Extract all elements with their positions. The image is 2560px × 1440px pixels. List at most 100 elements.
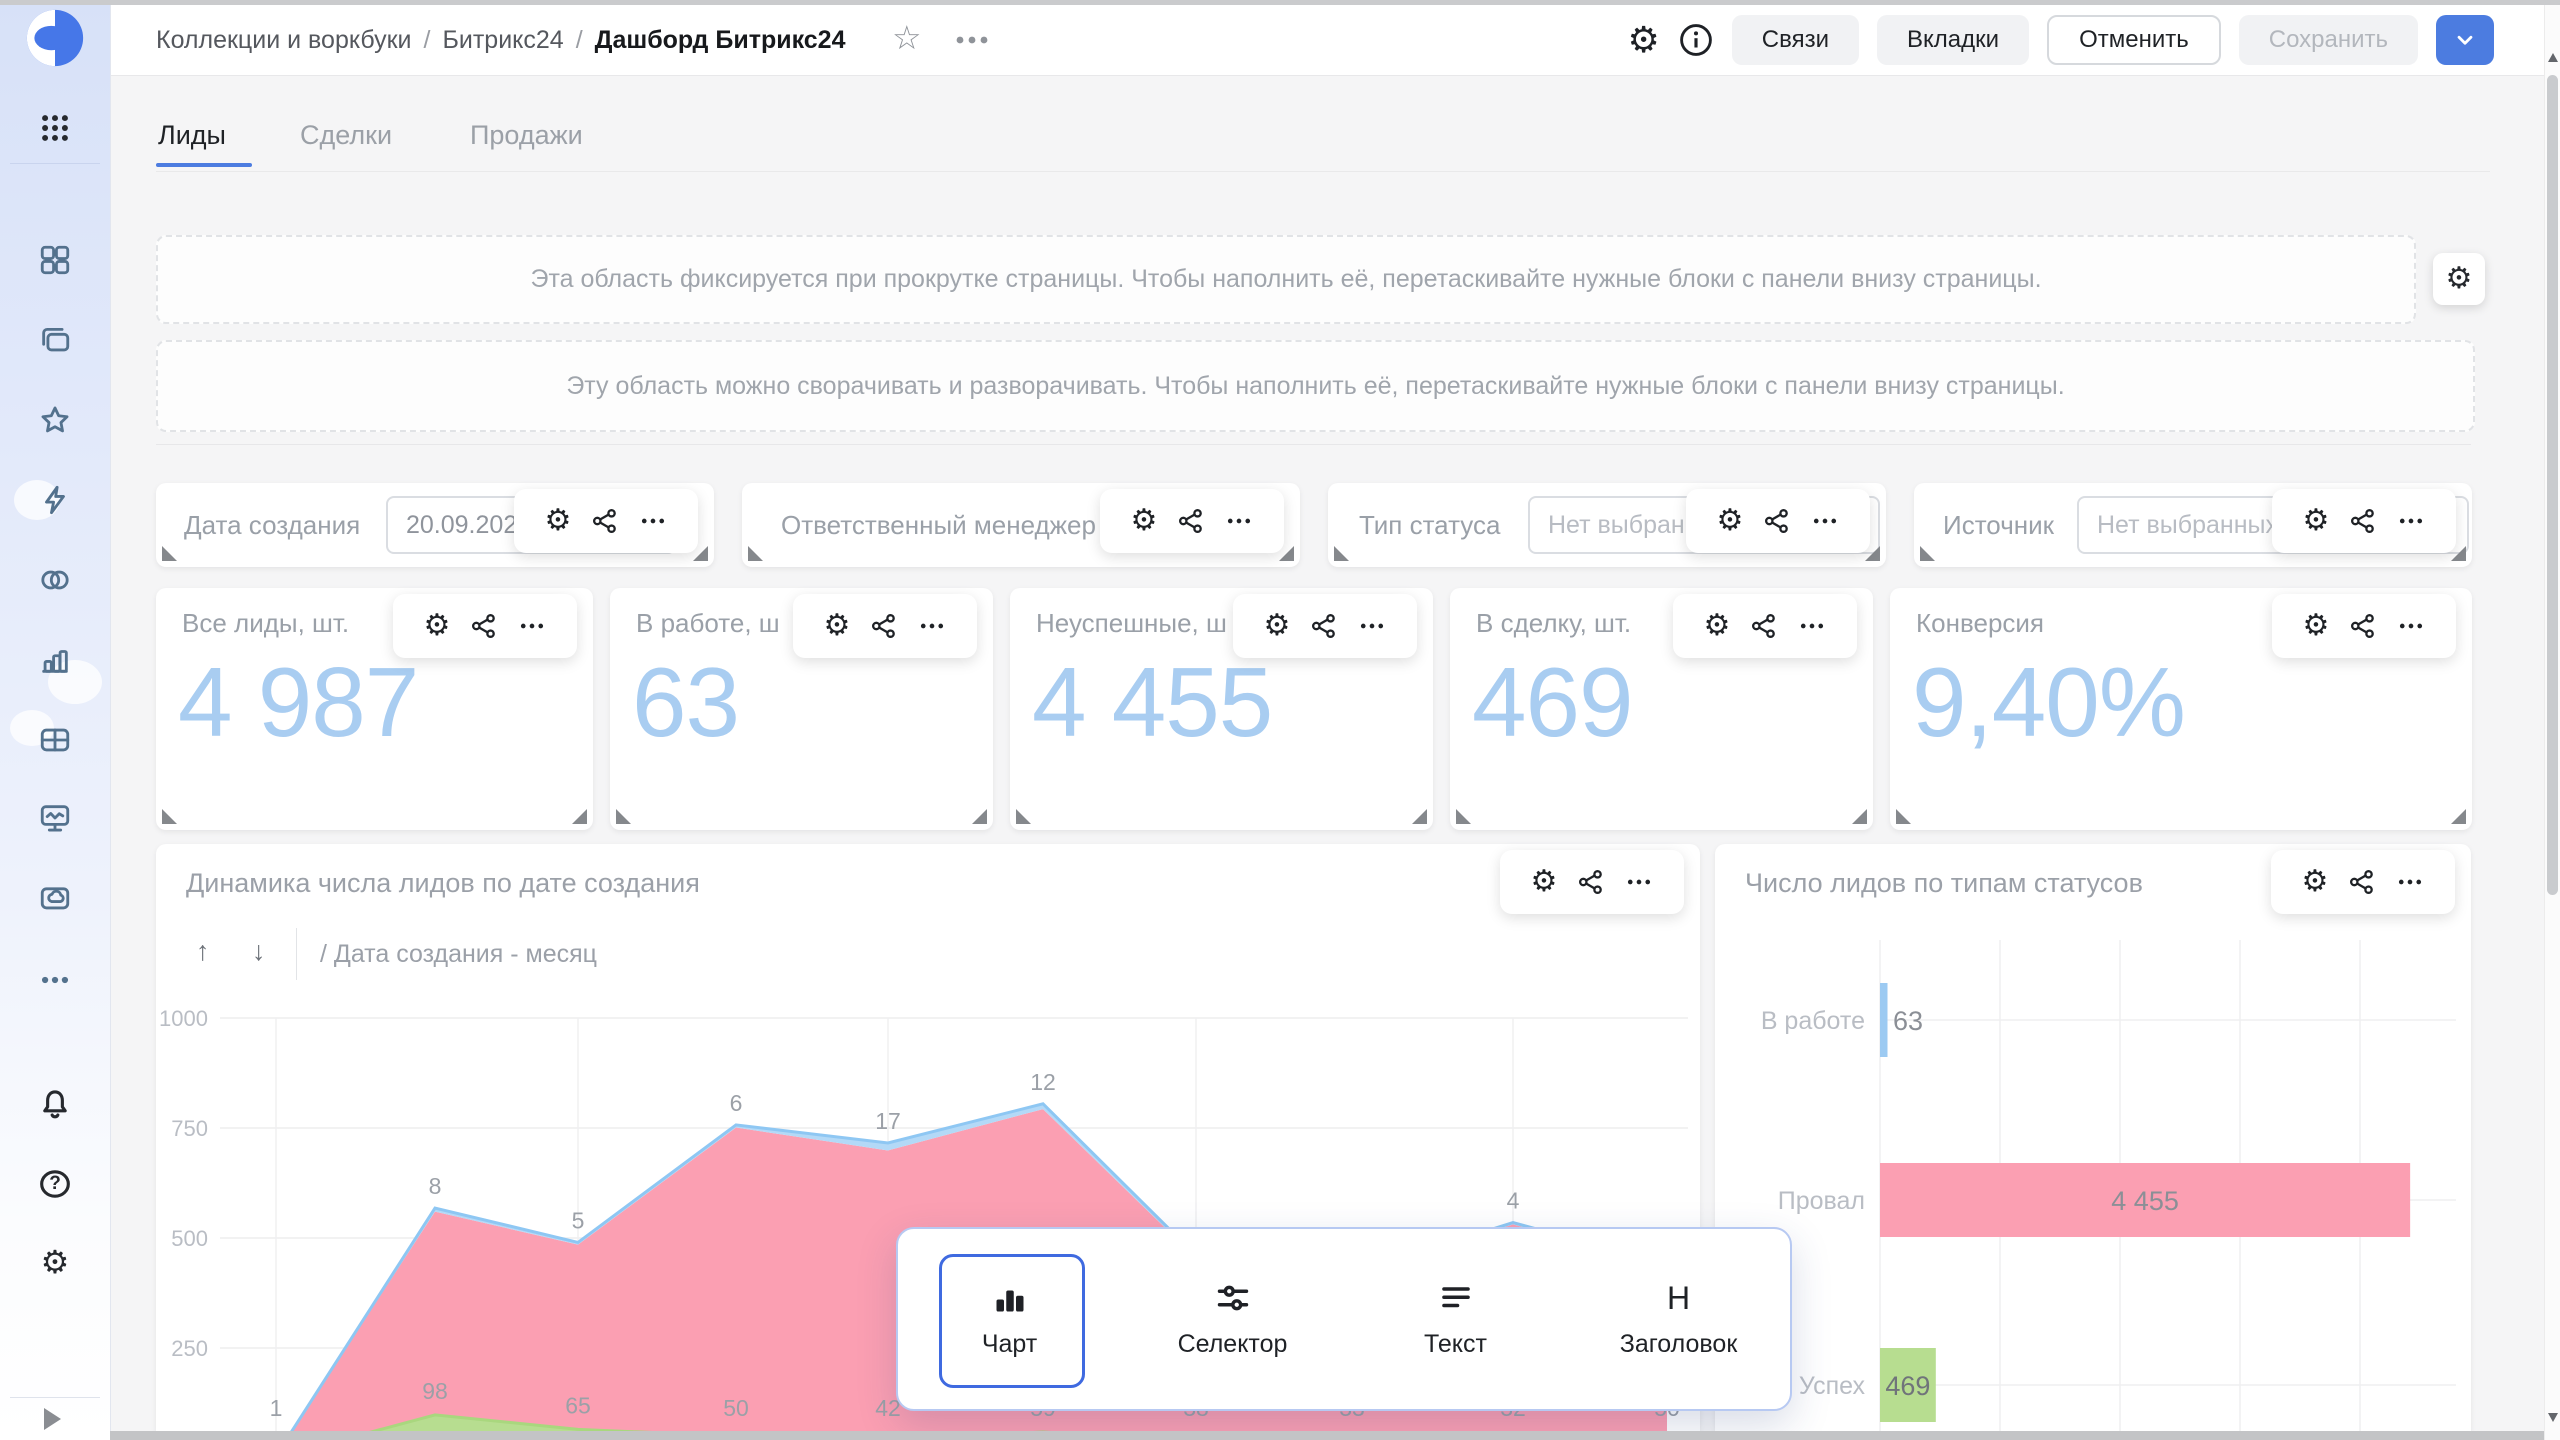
links-icon[interactable]: [870, 612, 898, 640]
datalens-logo[interactable]: [22, 8, 88, 68]
links-icon[interactable]: [1177, 507, 1205, 535]
more-icon[interactable]: [918, 612, 946, 640]
links-icon[interactable]: [2348, 868, 2376, 896]
resize-handle-bottom-left[interactable]: [1334, 546, 1349, 561]
links-icon[interactable]: [1763, 507, 1791, 535]
resize-handle-bottom-right[interactable]: [572, 809, 587, 824]
links-icon[interactable]: [1750, 612, 1778, 640]
gear-icon[interactable]: ⚙: [1717, 506, 1744, 536]
cancel-button[interactable]: Отменить: [2047, 15, 2221, 65]
resize-handle-bottom-right[interactable]: [972, 809, 987, 824]
add-selector-button[interactable]: Селектор: [1121, 1229, 1344, 1409]
more-icon[interactable]: [2397, 507, 2425, 535]
tab-leads[interactable]: Лиды: [158, 120, 226, 151]
resize-handle-bottom-right[interactable]: [1852, 809, 1867, 824]
resize-handle-bottom-left[interactable]: [1896, 809, 1911, 824]
svg-text:4: 4: [1507, 1188, 1520, 1214]
info-icon[interactable]: [1678, 22, 1714, 58]
widget-hover-toolbar: ⚙: [1100, 489, 1284, 553]
widget-hover-toolbar: ⚙: [1233, 594, 1417, 658]
links-icon[interactable]: [2349, 507, 2377, 535]
more-icon[interactable]: [1225, 507, 1253, 535]
links-icon[interactable]: [1310, 612, 1338, 640]
links-icon[interactable]: [470, 612, 498, 640]
gear-icon[interactable]: ⚙: [1531, 867, 1558, 897]
collapsible-drop-area-text: Эту область можно сворачивать и разворач…: [566, 372, 2064, 401]
gear-icon[interactable]: ⚙: [2303, 506, 2330, 536]
more-icon[interactable]: [639, 507, 667, 535]
vertical-scrollbar[interactable]: [2544, 5, 2560, 1440]
resize-handle-bottom-left[interactable]: [162, 809, 177, 824]
scroll-down-icon[interactable]: [2548, 1413, 2558, 1422]
resize-handle-bottom-left[interactable]: [1016, 809, 1031, 824]
links-icon[interactable]: [1577, 868, 1605, 896]
gear-icon[interactable]: ⚙: [2302, 867, 2329, 897]
kpi-card-conversion: Конверсия 9,40% ⚙: [1890, 588, 2472, 830]
more-icon[interactable]: [2396, 868, 2424, 896]
resize-handle-bottom-left[interactable]: [1456, 809, 1471, 824]
dashboard-settings-gear-icon[interactable]: ⚙: [1628, 22, 1660, 58]
gear-icon[interactable]: ⚙: [424, 611, 451, 641]
more-icon[interactable]: [1798, 612, 1826, 640]
add-heading-button[interactable]: H Заголовок: [1567, 1229, 1790, 1409]
resize-handle-bottom-right[interactable]: [2451, 809, 2466, 824]
resize-handle-bottom-right[interactable]: [1412, 809, 1427, 824]
breadcrumb-workbook[interactable]: Битрикс24: [442, 26, 563, 55]
tab-sales[interactable]: Продажи: [470, 120, 583, 151]
sidebar-item-all-objects[interactable]: [35, 240, 75, 280]
sidebar-item-files-icon[interactable]: [35, 878, 75, 918]
sidebar-item-charts-icon[interactable]: [35, 640, 75, 680]
gear-icon[interactable]: ⚙: [2303, 611, 2330, 641]
kpi-card-unsuccessful: Неуспешные, ш 4 455 ⚙: [1010, 588, 1433, 830]
svg-text:98: 98: [422, 1378, 448, 1404]
sidebar-item-tables-icon[interactable]: [35, 720, 75, 760]
more-icon[interactable]: [1358, 612, 1386, 640]
sidebar-item-connections-icon[interactable]: [35, 480, 75, 520]
scroll-up-icon[interactable]: [2548, 53, 2558, 62]
gear-icon[interactable]: ⚙: [1264, 611, 1291, 641]
links-icon[interactable]: [591, 507, 619, 535]
filter-widget-status-type: Тип статуса Нет выбранных ⚙: [1328, 483, 1886, 567]
resize-handle-bottom-left[interactable]: [1920, 546, 1935, 561]
scrollbar-thumb[interactable]: [2547, 75, 2558, 895]
more-icon[interactable]: [1625, 868, 1653, 896]
gear-icon[interactable]: ⚙: [1704, 611, 1731, 641]
resize-handle-bottom-left[interactable]: [162, 546, 177, 561]
apps-grid-icon[interactable]: [35, 108, 75, 148]
fixed-drop-area[interactable]: Эта область фиксируется при прокрутке ст…: [156, 235, 2416, 324]
gear-icon[interactable]: ⚙: [1131, 506, 1158, 536]
breadcrumb-collections[interactable]: Коллекции и воркбуки: [156, 26, 412, 55]
settings-gear-icon[interactable]: ⚙: [35, 1242, 75, 1282]
sidebar-item-more-icon[interactable]: [35, 960, 75, 1000]
sidebar-item-datasets-icon[interactable]: [35, 560, 75, 600]
links-button[interactable]: Связи: [1732, 15, 1859, 65]
sidebar-item-favorites-icon[interactable]: [35, 400, 75, 440]
tabs-button[interactable]: Вкладки: [1877, 15, 2029, 65]
filter-widget-creation-date: Дата создания 20.09.2020 - ⚙: [156, 483, 714, 567]
svg-text:1000: 1000: [159, 1006, 208, 1031]
gear-icon[interactable]: ⚙: [824, 611, 851, 641]
save-dropdown-button[interactable]: [2436, 15, 2494, 65]
sidebar-item-collections-icon[interactable]: [35, 320, 75, 360]
save-button[interactable]: Сохранить: [2239, 15, 2418, 65]
title-more-icon[interactable]: [955, 31, 989, 54]
more-icon[interactable]: [518, 612, 546, 640]
more-icon[interactable]: [2397, 612, 2425, 640]
svg-text:250: 250: [171, 1336, 208, 1361]
notifications-bell-icon[interactable]: [35, 1084, 75, 1124]
resize-handle-bottom-left[interactable]: [616, 809, 631, 824]
help-icon[interactable]: ?: [35, 1164, 75, 1204]
collapsible-drop-area[interactable]: Эту область можно сворачивать и разворач…: [156, 340, 2475, 432]
add-widget-toolbar: Чарт Селектор Текст H Заголовок: [896, 1227, 1792, 1411]
sidebar-item-dashboards-icon[interactable]: [35, 798, 75, 838]
gear-icon[interactable]: ⚙: [545, 506, 572, 536]
tab-deals[interactable]: Сделки: [300, 120, 392, 151]
fixed-area-settings-button[interactable]: ⚙: [2433, 253, 2485, 305]
sidebar-expand-icon[interactable]: [44, 1408, 61, 1430]
links-icon[interactable]: [2349, 612, 2377, 640]
more-icon[interactable]: [1811, 507, 1839, 535]
add-text-button[interactable]: Текст: [1344, 1229, 1567, 1409]
resize-handle-bottom-left[interactable]: [748, 546, 763, 561]
sidebar-divider: [10, 163, 100, 164]
favorite-star-icon[interactable]: ☆: [892, 21, 922, 54]
